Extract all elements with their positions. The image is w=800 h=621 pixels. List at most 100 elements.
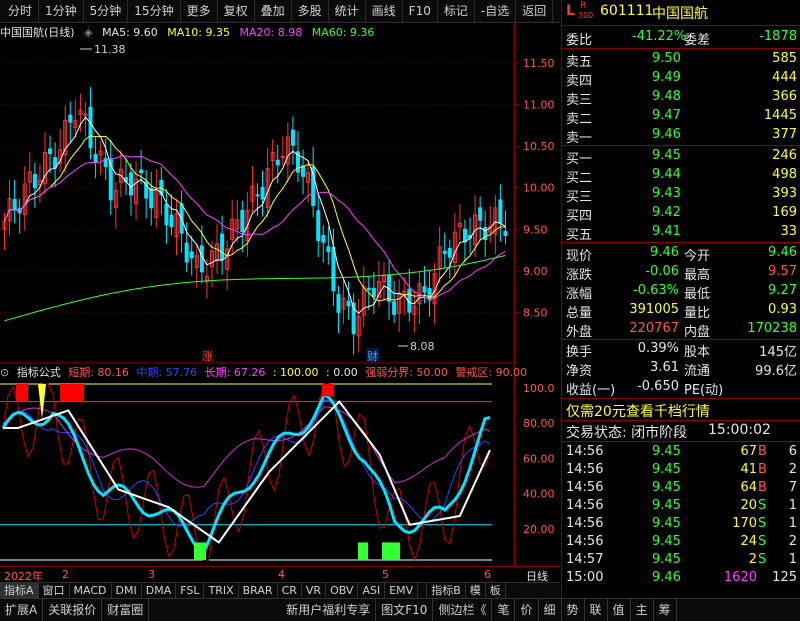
separator [562,242,800,243]
tick-price: 9.45 [652,480,681,495]
tick-price: 9.45 [652,498,681,513]
indicator-tab[interactable]: 指标B [427,583,466,599]
toolbar-item[interactable]: 统计 [329,0,366,22]
price-tick-label: 9.50 [523,223,548,236]
indicator-tab[interactable]: MACD [70,583,112,599]
candle [63,105,68,174]
side-function-button[interactable]: 值 [608,599,631,621]
toolbar-item[interactable]: 标记 [438,0,475,22]
candle [427,271,432,317]
level-label: 卖一 [566,131,593,146]
toolbar-item[interactable]: 复权 [218,0,255,22]
side-function-button[interactable]: 主 [631,599,654,621]
indicator-tab[interactable]: 模 [466,583,486,599]
tick-time: 14:56 [566,498,604,513]
level-price: 9.43 [652,186,681,201]
level-price: 9.50 [652,51,681,66]
toolbar-item[interactable]: 返回 [516,0,554,22]
indicator-tab[interactable]: ASI [358,583,386,599]
side-function-button[interactable]: 细 [539,599,562,621]
tick-price: 9.45 [652,534,681,549]
promo-link[interactable]: 仅需20元查看千档行情 [566,401,710,421]
time-label-mar: 3 [148,568,155,581]
indicator-tab[interactable]: OBV [326,583,359,599]
side-function-button[interactable]: 筹 [654,599,677,621]
indicator-tab[interactable]: EMV [385,583,419,599]
side-function-button[interactable]: 笔 [492,599,516,621]
indicator-tick-label: 80.00 [523,417,555,430]
stat-value: 99.6亿 [755,364,797,379]
candlestick-chart[interactable]: 11.38 8.08 涨 财 [0,38,514,364]
indicator-tab[interactable] [418,583,428,599]
tick-price: 9.45 [652,516,681,531]
candle [73,99,78,138]
toolbar-item[interactable]: 更多 [181,0,218,22]
level-volume: 444 [772,70,797,85]
indicator-tab[interactable]: FSL [176,583,205,599]
badge-r: R [580,1,587,11]
time-label-may: 5 [382,568,389,581]
related-quote-button[interactable]: 关联报价 [43,599,103,621]
indicator-chart[interactable] [0,378,514,566]
extend-button[interactable]: 扩展A [0,599,44,621]
price-tick-label: 11.50 [523,57,555,70]
level-price: 9.44 [652,167,681,182]
candle [164,189,169,244]
toolbar-item[interactable]: 多股 [292,0,329,22]
indicator-tab[interactable]: TRIX [204,583,239,599]
price-tick-label: 9.00 [523,265,548,278]
stat-row: 收益(一) -0.650 PE(动) [562,379,800,398]
level-price: 9.41 [652,224,681,239]
indicator-tab[interactable]: 板 [486,583,506,599]
toolbar-item[interactable]: 15分钟 [128,0,181,22]
stat-row: 外盘 220767 内盘 170238 [562,321,800,340]
stat-row: 现价 9.46 今开 9.46 [562,245,800,264]
candle [174,198,179,256]
toolbar-item[interactable]: 1分钟 [39,0,84,22]
toolbar-item[interactable]: 画线 [366,0,403,22]
indicator-tab[interactable]: BRAR [239,583,278,599]
toolbar-item[interactable]: 叠加 [255,0,292,22]
level-price: 9.47 [652,108,681,123]
side-function-button[interactable]: 势 [562,599,585,621]
side-function-button[interactable]: 价 [515,599,539,621]
tick-row: 14:57 9.45 2 S 1 [562,552,800,571]
candle [144,170,149,219]
tick-time: 14:56 [566,516,604,531]
stock-name: 中国国航 [652,6,708,22]
toolbar-item[interactable]: -自选 [475,0,517,22]
stat-row: 换手 0.39% 股本 145亿 [562,341,800,360]
indicator-tab[interactable]: CR [278,583,302,599]
f10-button[interactable]: 图文F10 [376,599,434,621]
main-chart-header: 中国国航(日线) ◈ MA5: 9.60 MA10: 9.35 MA20: 8.… [0,24,514,39]
candle [356,298,361,353]
new-user-link[interactable]: 新用户福利专享 [281,599,377,621]
stat-label: 外盘 [566,325,593,340]
stat-value: 170238 [747,321,797,336]
ma10-line [4,135,506,302]
candle [250,165,255,214]
orderbook-row: 卖四 9.49 444 [562,70,800,89]
candle [275,144,280,184]
indicator-tab[interactable]: DMA [142,583,177,599]
stat-value: 0.93 [768,302,797,317]
tick-count: 6 [788,444,797,459]
indicator-tab[interactable]: VR [302,583,327,599]
side-function-button[interactable]: 联 [585,599,608,621]
tick-count: 2 [788,462,797,477]
toolbar-item[interactable]: F10 [403,0,438,22]
indicator-tab[interactable]: 指标A [0,583,39,599]
sidebar-toggle[interactable]: 侧边栏《 [433,599,493,621]
indicator-tab[interactable]: 窗口 [39,583,70,599]
stat-value: 0.39% [637,341,679,356]
candle [123,158,128,196]
badge-l: L [566,3,575,19]
toolbar-item[interactable]: 5分钟 [84,0,129,22]
candle [447,239,452,278]
candle [361,266,366,327]
tick-row: 14:56 9.45 67 B 6 [562,444,800,463]
indicator-tab[interactable]: DMI [112,583,142,599]
mid-term-line [2,399,491,527]
toolbar-item[interactable]: 分时 [0,0,40,22]
wealth-circle-button[interactable]: 财富圈 [102,599,150,621]
